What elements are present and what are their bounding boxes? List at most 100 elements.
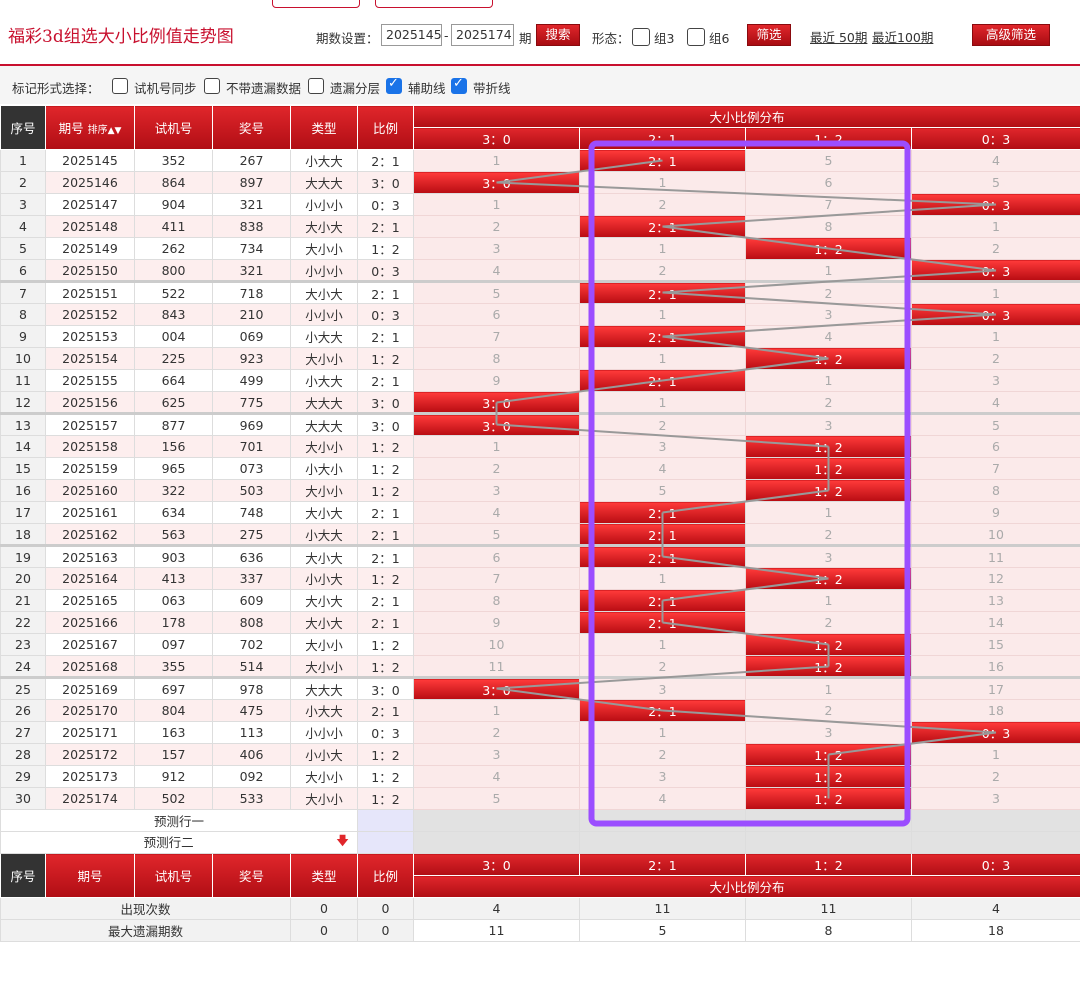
omission-cell: 6 — [413, 303, 580, 326]
predict-2-cell[interactable] — [413, 831, 580, 854]
top-tab-1[interactable] — [272, 0, 360, 8]
shape-label: 形态： — [592, 31, 630, 46]
row-prize: 636 — [212, 544, 291, 568]
period-start-input[interactable]: 2025145 — [381, 24, 442, 46]
row-prize: 969 — [212, 412, 291, 436]
row-prize: 503 — [212, 479, 291, 502]
footer-ratio-3-0: 3：0 — [413, 853, 580, 876]
stats-value: 0 — [357, 897, 414, 920]
predict-row-2-cell[interactable] — [357, 831, 414, 854]
row-issue: 2025170 — [45, 699, 135, 722]
predict-2-cell[interactable] — [910, 831, 1080, 854]
arrow-down-icon[interactable]: 🡇 — [336, 833, 349, 853]
table-row: 19 2025163 903 636 大小大 2：1 6 2：1 3 11 — [0, 544, 1080, 568]
row-issue: 2025149 — [45, 237, 135, 260]
omission-cell: 3 — [745, 544, 912, 568]
footer-ratio-1-2: 1：2 — [745, 853, 912, 876]
footer-prize: 奖号 — [212, 853, 291, 898]
footer-ratio-2-1: 2：1 — [579, 853, 746, 876]
omission-cell: 13 — [910, 589, 1080, 612]
advanced-filter-button[interactable]: 高级筛选 — [972, 24, 1050, 46]
omission-cell: 7 — [910, 457, 1080, 480]
row-ratio: 1：2 — [357, 743, 414, 766]
row-prize: 808 — [212, 611, 291, 634]
omission-cell: 3 — [745, 412, 912, 436]
predict-1-cell[interactable] — [413, 809, 580, 832]
predict-1-cell[interactable] — [579, 809, 746, 832]
row-seq: 20 — [0, 567, 46, 590]
row-prize: 073 — [212, 457, 291, 480]
polyline-checkbox[interactable] — [451, 76, 467, 94]
omission-cell: 2 — [579, 743, 746, 766]
omission-cell: 1 — [910, 325, 1080, 348]
row-trial: 625 — [134, 391, 213, 414]
stats-dist-value: 4 — [910, 897, 1080, 920]
omission-cell: 5 — [413, 280, 580, 304]
row-trial: 804 — [134, 699, 213, 722]
table-row: 28 2025172 157 406 小小大 1：2 3 2 1：2 1 — [0, 743, 1080, 766]
filter-button[interactable]: 筛选 — [747, 24, 791, 46]
sort-label[interactable]: 排序 — [88, 125, 108, 136]
omission-cell: 10 — [413, 633, 580, 656]
omission-cell: 3 — [413, 237, 580, 260]
row-seq: 18 — [0, 523, 46, 546]
omission-cell: 8 — [413, 347, 580, 370]
omission-cell: 5 — [413, 523, 580, 546]
row-seq: 5 — [0, 237, 46, 260]
header-ratio-0-3: 0：3 — [910, 127, 1080, 150]
row-ratio: 1：2 — [357, 457, 414, 480]
predict-row-1-cell[interactable] — [357, 809, 414, 832]
omission-layer-checkbox[interactable] — [308, 78, 324, 94]
table-row: 21 2025165 063 609 大小大 2：1 8 2：1 1 13 — [0, 589, 1080, 612]
predict-1-cell[interactable] — [745, 809, 912, 832]
hit-cell: 0：3 — [910, 193, 1080, 216]
hit-cell: 2：1 — [579, 325, 746, 348]
row-seq: 4 — [0, 215, 46, 238]
row-ratio: 0：3 — [357, 303, 414, 326]
omission-cell: 12 — [910, 567, 1080, 590]
group3-checkbox[interactable] — [632, 28, 650, 46]
predict-1-cell[interactable] — [910, 809, 1080, 832]
predict-2-cell[interactable] — [579, 831, 746, 854]
hit-cell: 1：2 — [745, 457, 912, 480]
period-end-input[interactable]: 2025174 — [451, 24, 514, 46]
hit-cell: 1：2 — [745, 787, 912, 810]
trial-sync-checkbox[interactable] — [112, 78, 128, 94]
row-issue: 2025167 — [45, 633, 135, 656]
hit-cell: 1：2 — [745, 347, 912, 370]
row-type: 大小大 — [290, 501, 358, 524]
row-prize: 838 — [212, 215, 291, 238]
recent-100-link[interactable]: 最近100期 — [872, 27, 933, 46]
omission-cell: 3 — [579, 765, 746, 788]
header-issue[interactable]: 期号 排序▲▼ — [45, 105, 135, 150]
row-prize: 748 — [212, 501, 291, 524]
search-button[interactable]: 搜索 — [536, 24, 580, 46]
omission-cell: 11 — [910, 544, 1080, 568]
row-ratio: 1：2 — [357, 633, 414, 656]
recent-50-link[interactable]: 最近 50期 — [810, 27, 867, 46]
top-tab-2[interactable] — [375, 0, 493, 8]
predict-2-cell[interactable] — [745, 831, 912, 854]
hit-cell: 2：1 — [579, 215, 746, 238]
row-issue: 2025145 — [45, 149, 135, 172]
sort-arrows-icon[interactable]: ▲▼ — [108, 126, 122, 136]
stats-dist-value: 4 — [413, 897, 580, 920]
table-row: 25 2025169 697 978 大大大 3：0 3：0 3 1 17 — [0, 676, 1080, 700]
row-issue: 2025156 — [45, 391, 135, 414]
row-issue: 2025159 — [45, 457, 135, 480]
row-ratio: 2：1 — [357, 589, 414, 612]
row-ratio: 0：3 — [357, 259, 414, 282]
aux-line-checkbox[interactable] — [386, 76, 402, 94]
omission-cell: 4 — [413, 765, 580, 788]
header-prize: 奖号 — [212, 105, 291, 150]
table-row: 3 2025147 904 321 小小小 0：3 1 2 7 0：3 — [0, 193, 1080, 216]
footer-ratio-0-3: 0：3 — [910, 853, 1080, 876]
omission-cell: 2 — [413, 721, 580, 744]
omission-cell: 2 — [579, 412, 746, 436]
no-omission-checkbox[interactable] — [204, 78, 220, 94]
row-ratio: 2：1 — [357, 280, 414, 304]
row-trial: 903 — [134, 544, 213, 568]
row-prize: 702 — [212, 633, 291, 656]
group6-checkbox[interactable] — [687, 28, 705, 46]
omission-cell: 6 — [413, 544, 580, 568]
